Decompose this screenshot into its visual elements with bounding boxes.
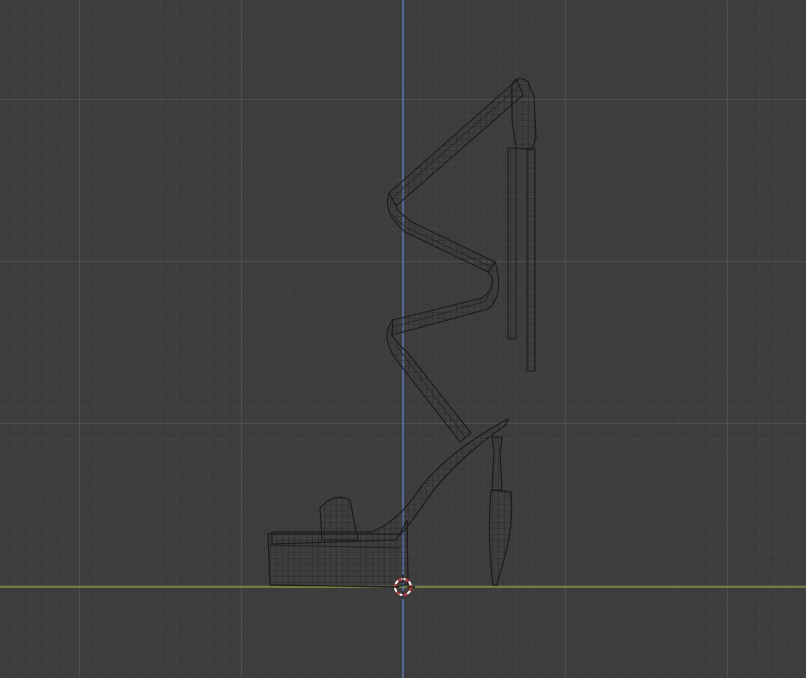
strap-tail-left[interactable] <box>507 147 517 340</box>
heel[interactable] <box>488 489 513 586</box>
viewport-canvas[interactable] <box>0 0 806 678</box>
spiral-ankle-strap[interactable] <box>386 79 524 443</box>
strap-tail-right[interactable] <box>526 147 536 372</box>
foot-bed[interactable] <box>271 417 510 545</box>
strap-knot[interactable] <box>511 77 537 151</box>
sandal-mesh[interactable] <box>267 77 537 588</box>
3d-viewport[interactable] <box>0 0 806 678</box>
heel-stem[interactable] <box>491 436 503 491</box>
